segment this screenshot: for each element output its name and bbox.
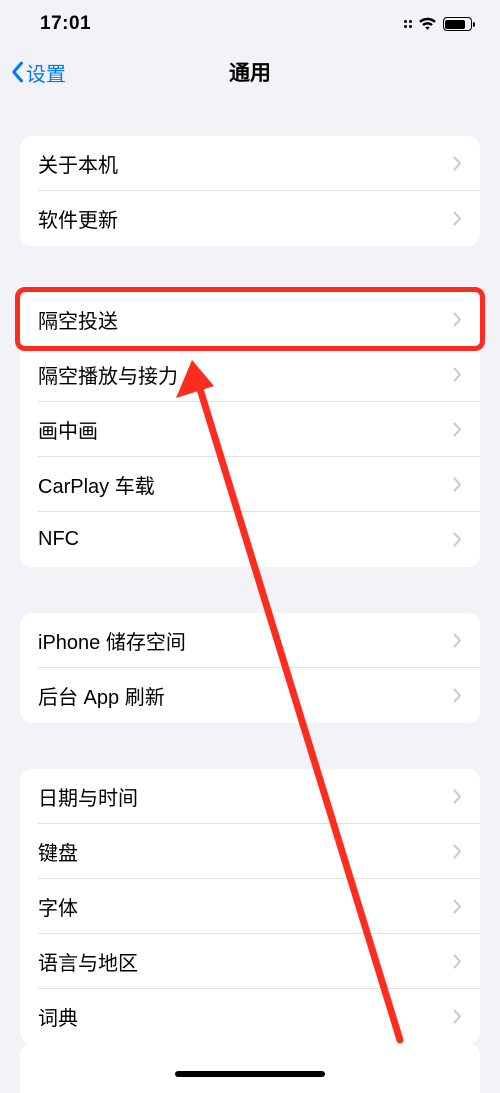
chevron-right-icon: [453, 633, 462, 648]
row-label: 日期与时间: [38, 782, 138, 811]
row-fonts[interactable]: 字体: [20, 879, 480, 934]
row-label: 画中画: [38, 415, 98, 444]
status-time: 17:01: [40, 13, 91, 35]
page-title: 通用: [229, 57, 271, 87]
row-label: CarPlay 车载: [38, 470, 155, 499]
settings-group-cutoff: [20, 1043, 480, 1093]
row-language-region[interactable]: 语言与地区: [20, 934, 480, 989]
row-carplay[interactable]: CarPlay 车载: [20, 457, 480, 512]
row-label: 隔空投送: [38, 305, 118, 334]
settings-group-about: 关于本机 软件更新: [20, 136, 480, 246]
row-airplay-handoff[interactable]: 隔空播放与接力: [20, 347, 480, 402]
settings-group-datetime: 日期与时间 键盘 字体 语言与地区 词典: [20, 769, 480, 1044]
chevron-right-icon: [453, 532, 462, 547]
row-label: 语言与地区: [38, 947, 138, 976]
row-pip[interactable]: 画中画: [20, 402, 480, 457]
chevron-right-icon: [453, 688, 462, 703]
chevron-right-icon: [453, 422, 462, 437]
battery-icon: [443, 17, 472, 31]
chevron-right-icon: [453, 156, 462, 171]
chevron-right-icon: [453, 954, 462, 969]
row-label: 后台 App 刷新: [38, 681, 165, 710]
chevron-right-icon: [453, 211, 462, 226]
row-airdrop[interactable]: 隔空投送: [20, 292, 480, 347]
row-label: 键盘: [38, 837, 78, 866]
row-label: 词典: [38, 1002, 78, 1031]
signal-icon: [404, 20, 413, 29]
chevron-right-icon: [453, 312, 462, 327]
chevron-right-icon: [453, 899, 462, 914]
back-label: 设置: [26, 58, 66, 87]
row-label: 隔空播放与接力: [38, 360, 178, 389]
row-dictionary[interactable]: 词典: [20, 989, 480, 1044]
chevron-right-icon: [453, 477, 462, 492]
row-nfc[interactable]: NFC: [20, 512, 480, 567]
settings-group-storage: iPhone 储存空间 后台 App 刷新: [20, 613, 480, 723]
row-date-time[interactable]: 日期与时间: [20, 769, 480, 824]
row-software-update[interactable]: 软件更新: [20, 191, 480, 246]
nav-bar: 设置 通用: [0, 48, 500, 96]
row-label: 字体: [38, 892, 78, 921]
home-indicator: [175, 1071, 325, 1077]
row-label: NFC: [38, 528, 79, 551]
row-storage[interactable]: iPhone 储存空间: [20, 613, 480, 668]
chevron-left-icon: [10, 61, 24, 83]
chevron-right-icon: [453, 789, 462, 804]
row-label: 软件更新: [38, 204, 118, 233]
back-button[interactable]: 设置: [10, 58, 66, 87]
chevron-right-icon: [453, 844, 462, 859]
row-keyboard[interactable]: 键盘: [20, 824, 480, 879]
row-background-refresh[interactable]: 后台 App 刷新: [20, 668, 480, 723]
wifi-icon: [418, 17, 437, 31]
status-icons: [404, 17, 473, 31]
status-bar: 17:01: [0, 0, 500, 48]
row-label: iPhone 储存空间: [38, 626, 186, 655]
chevron-right-icon: [453, 367, 462, 382]
row-about[interactable]: 关于本机: [20, 136, 480, 191]
chevron-right-icon: [453, 1009, 462, 1024]
row-label: 关于本机: [38, 149, 118, 178]
settings-group-airdrop: 隔空投送 隔空播放与接力 画中画 CarPlay 车载 NFC: [20, 292, 480, 567]
